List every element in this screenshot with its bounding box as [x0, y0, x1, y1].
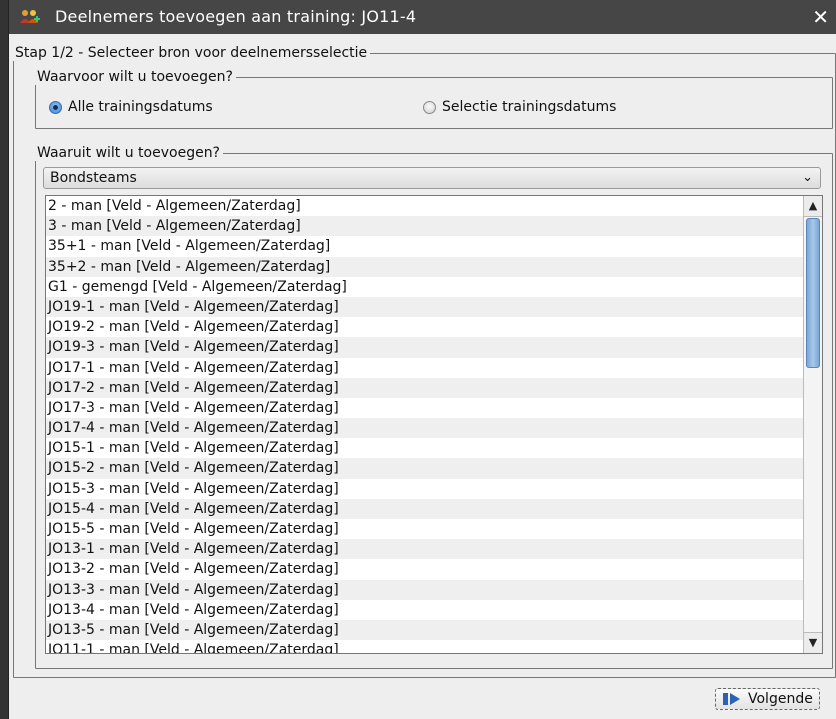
list-item[interactable]: JO19-1 - man [Veld - Algemeen/Zaterdag]: [46, 296, 806, 318]
radio-selected-training-dates[interactable]: Selectie trainingsdatums: [423, 99, 616, 115]
radio-label: Alle trainingsdatums: [68, 99, 213, 115]
scroll-thumb[interactable]: [806, 218, 820, 368]
list-item[interactable]: JO15-2 - man [Veld - Algemeen/Zaterdag]: [46, 458, 806, 479]
close-icon[interactable]: ✕: [812, 5, 829, 29]
list-item[interactable]: JO13-3 - man [Veld - Algemeen/Zaterdag]: [46, 579, 806, 600]
scroll-down-arrow-icon[interactable]: ▼: [804, 632, 822, 653]
chevron-down-icon: ⌄: [802, 170, 813, 185]
list-item[interactable]: G1 - gemengd [Veld - Algemeen/Zaterdag]: [46, 277, 806, 297]
list-item[interactable]: JO15-5 - man [Veld - Algemeen/Zaterdag]: [46, 519, 806, 539]
source-legend: Waaruit wilt u toevoegen?: [34, 145, 223, 161]
list-item[interactable]: 35+1 - man [Veld - Algemeen/Zaterdag]: [46, 236, 806, 256]
list-item[interactable]: JO17-3 - man [Veld - Algemeen/Zaterdag]: [46, 398, 806, 418]
dialog-window: Deelnemers toevoegen aan training: JO11-…: [8, 0, 836, 719]
list-item[interactable]: JO15-4 - man [Veld - Algemeen/Zaterdag]: [46, 498, 806, 519]
radio-unselected-icon: [423, 100, 436, 114]
team-list-rows: 2 - man [Veld - Algemeen/Zaterdag] 3 - ma…: [46, 196, 806, 653]
team-list[interactable]: 2 - man [Veld - Algemeen/Zaterdag] 3 - ma…: [45, 195, 823, 654]
list-item[interactable]: 35+2 - man [Veld - Algemeen/Zaterdag]: [46, 256, 806, 277]
list-item[interactable]: JO15-3 - man [Veld - Algemeen/Zaterdag]: [46, 479, 806, 499]
list-item[interactable]: JO19-2 - man [Veld - Algemeen/Zaterdag]: [46, 317, 806, 337]
radio-all-training-dates[interactable]: Alle trainingsdatums: [49, 99, 213, 115]
list-item[interactable]: JO17-1 - man [Veld - Algemeen/Zaterdag]: [46, 358, 806, 378]
list-item[interactable]: JO13-2 - man [Veld - Algemeen/Zaterdag]: [46, 559, 806, 579]
step-legend: Stap 1/2 - Selecteer bron voor deelnemer…: [12, 45, 371, 61]
title-bar[interactable]: Deelnemers toevoegen aan training: JO11-…: [9, 0, 836, 34]
list-item[interactable]: JO17-2 - man [Veld - Algemeen/Zaterdag]: [46, 377, 806, 398]
list-item[interactable]: JO17-4 - man [Veld - Algemeen/Zaterdag]: [46, 418, 806, 439]
radio-selected-icon: [49, 100, 62, 114]
source-dropdown[interactable]: Bondsteams ⌄: [43, 167, 821, 189]
scrollbar[interactable]: ▲ ▼: [803, 196, 822, 653]
list-item[interactable]: JO15-1 - man [Veld - Algemeen/Zaterdag]: [46, 438, 806, 458]
window-title: Deelnemers toevoegen aan training: JO11-…: [55, 7, 417, 26]
list-item[interactable]: 3 - man [Veld - Algemeen/Zaterdag]: [46, 216, 806, 237]
dropdown-value: Bondsteams: [50, 170, 137, 186]
scroll-up-arrow-icon[interactable]: ▲: [804, 196, 822, 217]
radio-label: Selectie trainingsdatums: [442, 99, 617, 115]
next-button[interactable]: Volgende: [715, 688, 820, 710]
next-button-label: Volgende: [748, 691, 813, 707]
list-item[interactable]: JO11-1 - man [Veld - Algemeen/Zaterdag]: [46, 640, 806, 653]
purpose-legend: Waarvoor wilt u toevoegen?: [34, 69, 236, 85]
list-item[interactable]: JO13-1 - man [Veld - Algemeen/Zaterdag]: [46, 539, 806, 560]
list-item[interactable]: JO13-5 - man [Veld - Algemeen/Zaterdag]: [46, 619, 806, 641]
list-item[interactable]: JO13-4 - man [Veld - Algemeen/Zaterdag]: [46, 600, 806, 620]
next-arrow-icon: [723, 693, 740, 705]
people-add-icon: [20, 10, 40, 23]
list-item[interactable]: 2 - man [Veld - Algemeen/Zaterdag]: [46, 196, 806, 216]
list-item[interactable]: JO19-3 - man [Veld - Algemeen/Zaterdag]: [46, 337, 806, 358]
